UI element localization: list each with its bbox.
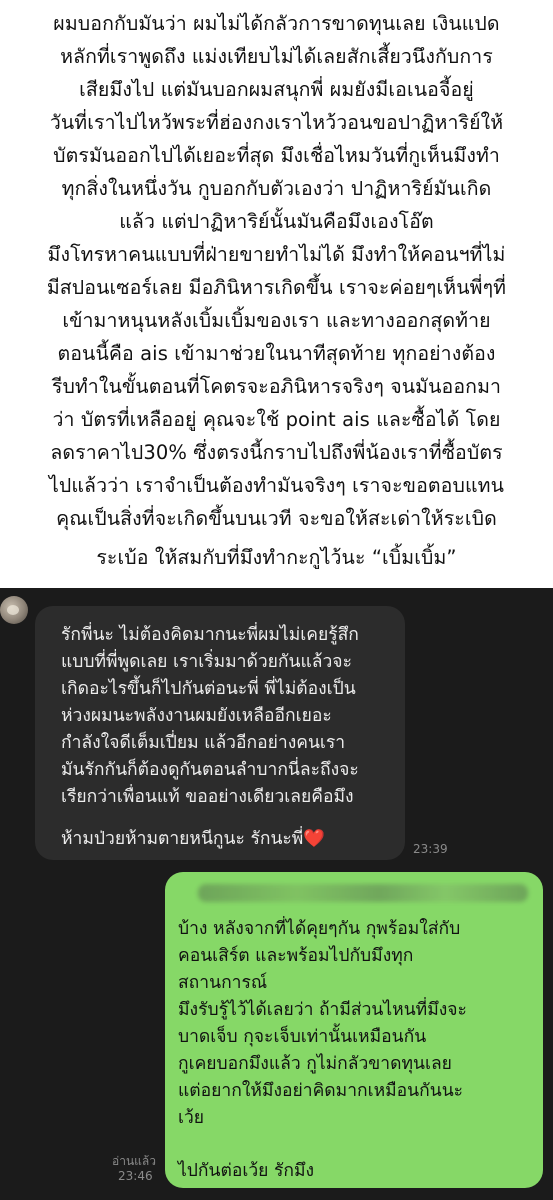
incoming-message-text: ห้ามป่วยห้ามตายหนีกูนะ รักนะพี่ — [61, 829, 304, 849]
post-line: มึงโทรหาคนแบบที่ฝ่ายขายทำไม่ได้ มึงทำให้… — [47, 243, 506, 266]
incoming-message-line: มันรักกันก็ต้องดูกันตอนลำบากนี่ละถึงจะ — [61, 760, 359, 780]
post-line: เสียมึงไป แต่มันบอกผมสนุกพี่ ผมยังมีเอเน… — [79, 78, 474, 101]
incoming-message-line: เกิดอะไรขึ้นก็ไปกันต่อนะพี่ พี่ไม่ต้องเป… — [61, 679, 356, 699]
post-text-block: ผมบอกกับมันว่า ผมไม่ได้กลัวการขาดทุนเลย … — [0, 0, 553, 588]
post-line: ระเบ้อ ให้สมกับที่มึงทำกะกูไว้นะ “เบิ้มเ… — [96, 546, 457, 569]
post-line: เข้ามาหนุนหลังเบิ้มเบิ้มของเรา และทางออก… — [62, 309, 491, 332]
incoming-message-line: แบบที่พี่พูดเลย เราเริ่มมาด้วยกันแล้วจะ — [61, 652, 352, 672]
post-line: ว่า บัตรที่เหลืออยู่ คุณจะใช้ point ais … — [52, 408, 501, 431]
post-line: แล้ว แต่ปาฏิหาริย์นั้นมันคือมึงเองโอ๊ต — [119, 210, 434, 233]
post-line: ไปแล้วว่า เราจำเป็นต้องทำมันจริงๆ เราจะข… — [49, 474, 504, 497]
post-line: ตอนนี้คือ ais เข้ามาช่วยในนาทีสุดท้าย ทุ… — [57, 342, 496, 365]
post-line: รีบทำในขั้นตอนที่โคตรจะอภินิหารจริงๆ จนม… — [51, 375, 502, 398]
outgoing-message-line: บ้าง หลังจากที่ได้คุยๆกัน กุพร้อมใส่กับ — [178, 919, 461, 939]
incoming-timestamp: 23:39 — [413, 842, 448, 856]
incoming-message-line: เรียกว่าเพื่อนแท้ ขออย่างเดียวเลยคือมึง — [61, 787, 354, 807]
outgoing-message-line: เว้ย — [178, 1108, 205, 1128]
outgoing-message-line: บาดเจ็บ กุจะเจ็บเท่านั้นเหมือนกัน — [178, 1027, 427, 1047]
post-line: มีสปอนเซอร์เลย มีอภินิหารเกิดขึ้น เราจะค… — [46, 276, 507, 299]
incoming-message-line: ห่วงผมนะพลังงานผมยังเหลืออีกเยอะ — [61, 706, 332, 726]
post-line: วันที่เราไปไหว้พระที่ฮ่องกงเราไหว้วอนขอป… — [49, 111, 504, 134]
outgoing-message-line: มึงรับรู้ไว้ได้เลยว่า ถ้ามีส่วนไหนที่มึง… — [178, 1000, 467, 1020]
incoming-message-line: รักพี่นะ ไม่ต้องคิดมากนะพี่ผมไม่เคยรู้สึ… — [61, 625, 359, 645]
post-line: คุณเป็นสิ่งที่จะเกิดขึ้นบนเวที จะขอให้สะ… — [56, 507, 497, 530]
outgoing-message-line: ไปกันต่อเว้ย รักมึง — [178, 1161, 315, 1181]
post-line: ลดราคาไป30% ซึ่งตรงนี้กราบไปถึงพี่น้องเร… — [50, 441, 503, 464]
blurred-text-redaction — [198, 884, 528, 902]
outgoing-timestamp: 23:46 — [118, 1169, 153, 1183]
post-line: ทุกสิ่งในหนึ่งวัน กูบอกกับตัวเองว่า ปาฏิ… — [61, 177, 492, 200]
post-line: ผมบอกกับมันว่า ผมไม่ได้กลัวการขาดทุนเลย … — [53, 12, 500, 35]
heart-icon: ❤️ — [303, 829, 326, 849]
profile-avatar-icon[interactable] — [0, 596, 28, 624]
post-line: บัตรมันออกไปได้เยอะที่สุด มึงเชื่อไหมวัน… — [53, 144, 500, 167]
incoming-message-line: กำลังใจดีเต็มเปี่ยม แล้วอีกอย่างคนเรา — [61, 733, 346, 753]
post-line: หลักที่เราพูดถึง แม่งเทียบไม่ได้เลยสักเส… — [60, 45, 493, 68]
outgoing-message-line: คอนเสิร์ต และพร้อมไปกับมึงทุก — [178, 946, 414, 966]
outgoing-message-line: สถานการณ์ — [178, 973, 268, 993]
incoming-message-line-last: ห้ามป่วยห้ามตายหนีกูนะ รักนะพี่❤️ — [61, 824, 325, 852]
outgoing-message-line: กูเคยบอกมึงแล้ว กูไม่กลัวขาดทุนเลย — [178, 1054, 452, 1074]
outgoing-message-line: แต่อยากให้มึงอย่าคิดมากเหมือนกันนะ — [178, 1081, 464, 1101]
